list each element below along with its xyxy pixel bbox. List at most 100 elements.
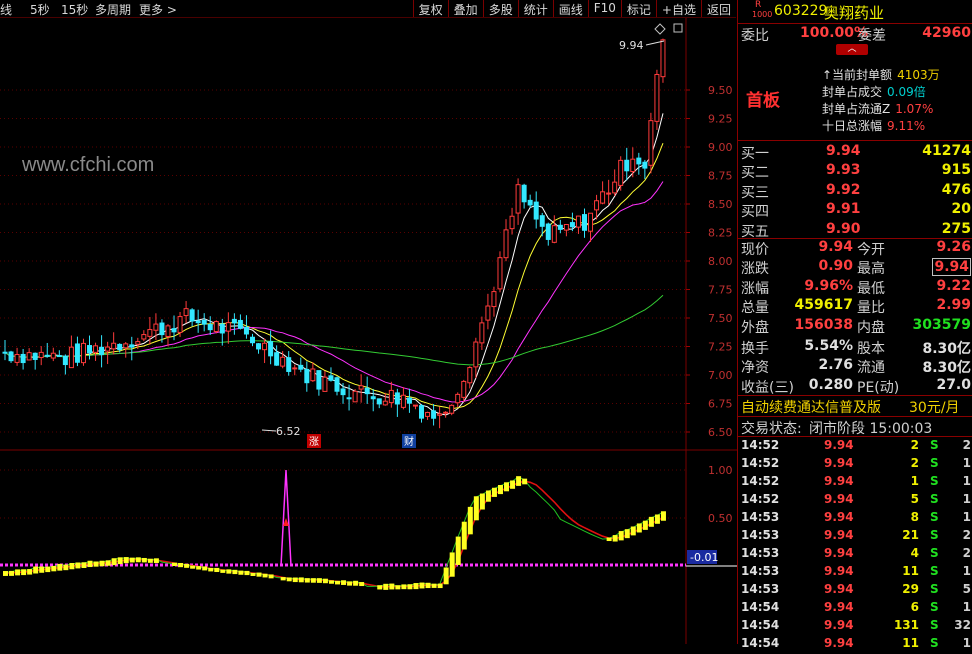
tick-count: 32 (954, 618, 971, 632)
candle-body (322, 376, 328, 392)
indicator-bar (33, 566, 39, 574)
indicator-bar (473, 496, 479, 521)
stat-label: 量比 (857, 300, 885, 317)
candle-body (509, 215, 515, 230)
candle-body (412, 404, 418, 407)
indicator-bar (516, 476, 522, 486)
indicator-bar (238, 570, 244, 575)
stats-row: 外盘 156038 内盘 303579 (738, 317, 972, 336)
tick-time: 14:52 (741, 456, 780, 470)
tick-time: 14:52 (741, 438, 780, 452)
promo-row[interactable]: 自动续费通达信普及版 30元/月 (738, 397, 972, 416)
candle-body (364, 387, 370, 395)
candle-body (340, 388, 346, 396)
promo-text[interactable]: 自动续费通达信普及版 (741, 397, 881, 417)
stat-value: 9.26 (936, 239, 971, 255)
indicator-bar (135, 557, 141, 563)
indicator-bar (69, 562, 75, 570)
candle-body (135, 341, 141, 345)
candle-body (310, 368, 316, 382)
stat-label: 外盘 (741, 319, 769, 336)
candle-body (268, 341, 274, 357)
indicator-bar (27, 569, 33, 575)
bid-row: 买五 9.90 275 (738, 221, 972, 240)
stat-label: 现价 (741, 242, 769, 258)
candle-body (588, 212, 594, 232)
price-axis-label: 8.25 (708, 227, 733, 240)
bid-price: 9.90 (826, 220, 861, 237)
candle-body (32, 352, 38, 360)
indicator-bar (377, 585, 383, 590)
indicator-bar (280, 577, 286, 581)
indicator-bar (618, 531, 624, 541)
tick-row: 14:52 9.94 5 S 1 (738, 492, 972, 510)
tick-row: 14:52 9.94 2 S 1 (738, 456, 972, 474)
candle-body (394, 392, 400, 405)
indicator-bar (449, 552, 455, 577)
stat-label: 收益(三) (741, 379, 794, 396)
candle-body (654, 73, 660, 122)
candle-body (334, 377, 340, 392)
price-axis-label: 7.50 (708, 312, 733, 325)
indicator-bar (479, 493, 485, 510)
stock-code: 603229 (774, 3, 828, 19)
candle-body (68, 346, 74, 369)
stat-value: 0.280 (808, 376, 853, 393)
tick-row: 14:53 9.94 11 S 1 (738, 564, 972, 582)
collapse-toggle-icon[interactable]: ︿ (836, 44, 868, 55)
bid-price: 9.94 (826, 143, 861, 159)
bid-label: 买三 (741, 184, 769, 201)
kline-chart[interactable]: -0.01 9.50 9.25 9.00 8.75 8.50 8.25 8.00 7.75 7.… (0, 0, 737, 644)
indicator-bar (21, 569, 27, 576)
diamond-icon[interactable] (654, 23, 666, 35)
candle-body (382, 400, 388, 406)
indicator-bar (39, 566, 45, 573)
promo-price[interactable]: 30元/月 (909, 397, 960, 417)
indicator-bar (262, 573, 268, 578)
status-label: 交易状态: (741, 421, 802, 437)
candle-body (419, 405, 425, 419)
indicator-bar (304, 578, 310, 583)
candle-body (521, 184, 527, 203)
tick-price: 9.94 (824, 636, 854, 650)
indicator-bar (87, 560, 93, 568)
indicator-bar (522, 478, 528, 485)
indicator-bar (443, 567, 449, 585)
candle-body (527, 199, 533, 206)
stat-value: 2.99 (936, 297, 971, 314)
seal-line-label: 十日总涨幅 (822, 119, 883, 133)
indicator-bar (298, 577, 304, 583)
bid-volume: 20 (951, 201, 971, 218)
indicator-current-value: -0.01 (690, 551, 718, 564)
indicator-axis-label: 0.50 (708, 512, 733, 525)
stats-row: 收益(三) 0.280 PE(动) 27.0 (738, 377, 972, 396)
bid-label: 买四 (741, 204, 769, 221)
candle-body (8, 351, 14, 362)
candle-body (262, 342, 268, 351)
tick-volume: 131 (893, 618, 919, 632)
bid-price: 9.92 (826, 181, 861, 198)
seal-line: 封单占成交 0.09倍 (822, 83, 926, 100)
stock-name: 奥翔药业 (824, 4, 885, 22)
price-axis-label: 9.50 (708, 84, 733, 97)
candle-body (503, 229, 509, 259)
indicator-bar (353, 580, 359, 586)
tick-row: 14:54 9.94 6 S 1 (738, 600, 972, 618)
indicator-bar (630, 526, 636, 536)
candle-body (485, 305, 491, 321)
seal-line-value: 4103万 (897, 68, 940, 82)
indicator-bar (504, 482, 510, 492)
bid-row: 买二 9.93 915 (738, 162, 972, 181)
weicha-value: 42960 (922, 25, 971, 41)
panel-settings-icon[interactable] (673, 23, 683, 33)
tick-volume: 4 (910, 546, 919, 560)
indicator-bar (431, 583, 437, 588)
indicator-bar (3, 571, 8, 576)
tick-count: 2 (962, 438, 971, 452)
indicator-bar (172, 562, 178, 566)
indicator-bar (93, 561, 99, 567)
tick-time: 14:52 (741, 492, 780, 506)
candle-body (26, 352, 32, 361)
indicator-bar (510, 480, 516, 489)
status-value: 闭市阶段 15:00:03 (809, 421, 933, 437)
